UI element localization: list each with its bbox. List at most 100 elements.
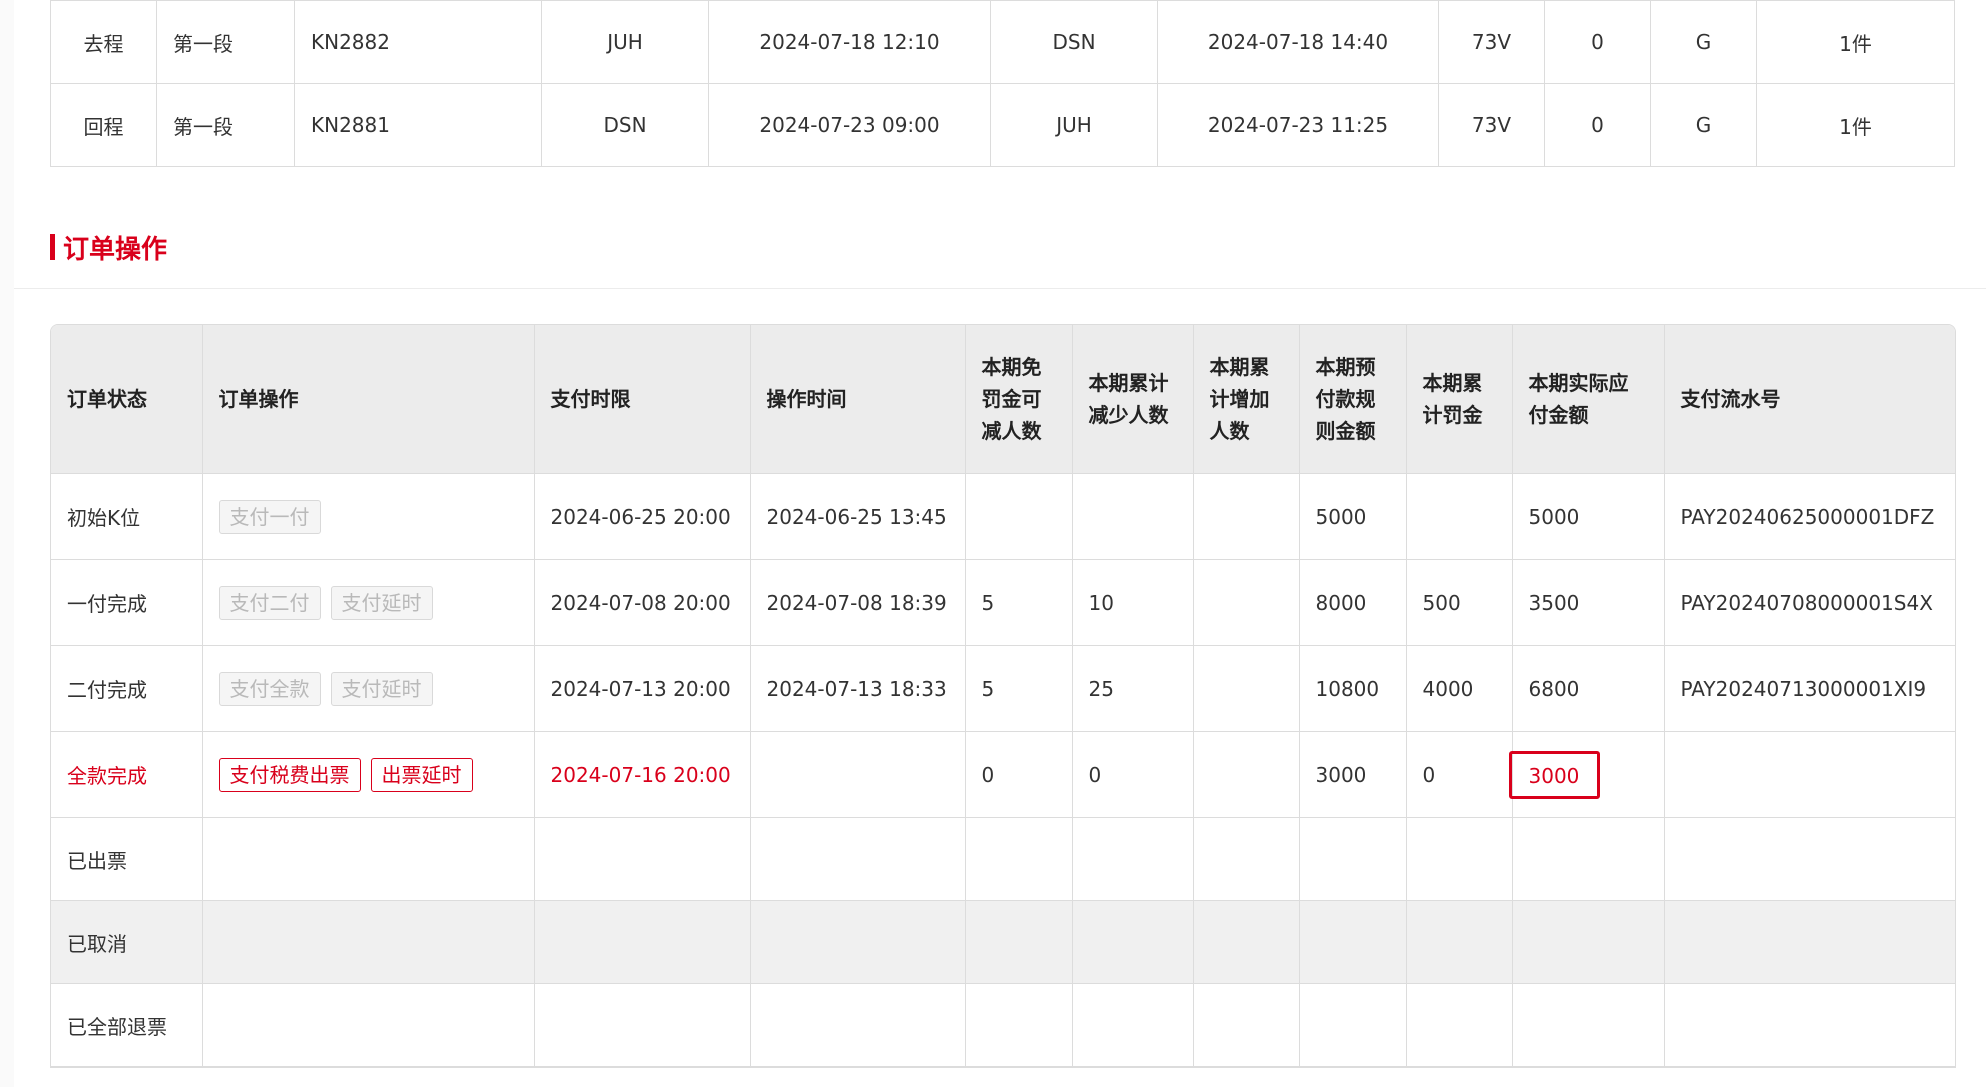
aircraft-type: 73V xyxy=(1438,0,1545,84)
pay-deadline: 2024-06-25 20:00 xyxy=(533,473,751,560)
order-table: 订单状态 订单操作 支付时限 操作时间 本期免 罚金可 减人数 本期累计 减少人… xyxy=(51,325,1955,1067)
payment-serial xyxy=(1663,983,1955,1067)
header-operation: 订单操作 xyxy=(201,325,535,474)
flight-segment: 第一段 xyxy=(156,0,295,84)
payment-serial xyxy=(1663,817,1955,901)
order-operations: 支付税费出票 出票延时 xyxy=(201,731,535,818)
aircraft-type: 73V xyxy=(1438,83,1545,167)
cabin-class: G xyxy=(1650,83,1757,167)
order-status: 一付完成 xyxy=(51,559,203,646)
cumulative-penalty xyxy=(1405,473,1513,560)
operation-time xyxy=(749,731,966,818)
flight-direction: 回程 xyxy=(50,83,157,167)
arrival-airport: DSN xyxy=(990,0,1158,84)
actual-pay-highlight: 3000 xyxy=(1508,750,1601,799)
cumulative-reduce: 25 xyxy=(1071,645,1194,732)
pay-delay-button[interactable]: 支付延时 xyxy=(330,585,433,620)
prepay-rule-amount xyxy=(1298,900,1407,984)
actual-pay-amount xyxy=(1511,817,1665,901)
header-prepay-rule: 本期预 付款规 则金额 xyxy=(1298,325,1407,474)
cumulative-penalty: 4000 xyxy=(1405,645,1513,732)
order-status: 已全部退票 xyxy=(51,983,203,1067)
flight-row: 去程 第一段 KN2882 JUH 2024-07-18 12:10 DSN 2… xyxy=(50,0,1955,84)
pay-delay-button[interactable]: 支付延时 xyxy=(330,671,433,706)
flight-row: 回程 第一段 KN2881 DSN 2024-07-23 09:00 JUH 2… xyxy=(50,83,1955,167)
table-row: 已全部退票 xyxy=(51,983,1955,1067)
pay-first-button[interactable]: 支付一付 xyxy=(218,499,321,534)
pay-tax-issue-ticket-button[interactable]: 支付税费出票 xyxy=(218,757,361,792)
prepay-rule-amount xyxy=(1298,817,1407,901)
prepay-rule-amount: 10800 xyxy=(1298,645,1407,732)
free-penalty-reduce xyxy=(964,983,1073,1067)
order-operations: 支付二付 支付延时 xyxy=(201,559,535,646)
cumulative-add xyxy=(1192,731,1300,818)
pay-deadline: 2024-07-16 20:00 xyxy=(533,731,751,818)
arrival-airport: JUH xyxy=(990,83,1158,167)
operation-time: 2024-07-13 18:33 xyxy=(749,645,966,732)
payment-serial: PAY20240708000001S4X xyxy=(1663,559,1955,646)
order-operations: 支付全款 支付延时 xyxy=(201,645,535,732)
cumulative-add xyxy=(1192,817,1300,901)
payment-serial xyxy=(1663,900,1955,984)
actual-pay-amount: 5000 xyxy=(1511,473,1665,560)
order-table-container: 订单状态 订单操作 支付时限 操作时间 本期免 罚金可 减人数 本期累计 减少人… xyxy=(50,324,1956,1068)
free-penalty-reduce: 5 xyxy=(964,645,1073,732)
pay-deadline: 2024-07-13 20:00 xyxy=(533,645,751,732)
pay-second-button[interactable]: 支付二付 xyxy=(218,585,321,620)
pay-deadline xyxy=(533,817,751,901)
payment-serial: PAY20240713000001XI9 xyxy=(1663,645,1955,732)
cumulative-add xyxy=(1192,900,1300,984)
order-status: 二付完成 xyxy=(51,645,203,732)
order-operations: 支付一付 xyxy=(201,473,535,560)
order-table-header: 订单状态 订单操作 支付时限 操作时间 本期免 罚金可 减人数 本期累计 减少人… xyxy=(51,325,1955,474)
baggage: 1件 xyxy=(1756,83,1955,167)
pay-deadline xyxy=(533,983,751,1067)
departure-time: 2024-07-23 09:00 xyxy=(708,83,991,167)
operation-time xyxy=(749,817,966,901)
prepay-rule-amount: 8000 xyxy=(1298,559,1407,646)
cumulative-add xyxy=(1192,473,1300,560)
cumulative-reduce: 0 xyxy=(1071,731,1194,818)
table-row: 已出票 xyxy=(51,817,1955,901)
pay-full-button[interactable]: 支付全款 xyxy=(218,671,321,706)
table-row: 一付完成 支付二付 支付延时 2024-07-08 20:00 2024-07-0… xyxy=(51,559,1955,646)
cumulative-reduce xyxy=(1071,473,1194,560)
table-row: 已取消 xyxy=(51,900,1955,984)
cumulative-add xyxy=(1192,559,1300,646)
pay-deadline: 2024-07-08 20:00 xyxy=(533,559,751,646)
flight-number: KN2881 xyxy=(294,83,542,167)
cumulative-reduce xyxy=(1071,983,1194,1067)
baggage: 1件 xyxy=(1756,0,1955,84)
free-penalty-reduce: 5 xyxy=(964,559,1073,646)
free-penalty-reduce xyxy=(964,817,1073,901)
cumulative-reduce xyxy=(1071,817,1194,901)
actual-pay-amount: 6800 xyxy=(1511,645,1665,732)
prepay-rule-amount xyxy=(1298,983,1407,1067)
table-row: 二付完成 支付全款 支付延时 2024-07-13 20:00 2024-07-1… xyxy=(51,645,1955,732)
cumulative-penalty xyxy=(1405,817,1513,901)
cumulative-penalty xyxy=(1405,900,1513,984)
pay-deadline xyxy=(533,900,751,984)
cumulative-penalty: 500 xyxy=(1405,559,1513,646)
header-cumulative-add: 本期累 计增加 人数 xyxy=(1192,325,1300,474)
prepay-rule-amount: 3000 xyxy=(1298,731,1407,818)
header-deadline: 支付时限 xyxy=(533,325,751,474)
header-serial: 支付流水号 xyxy=(1663,325,1955,474)
ticket-delay-button[interactable]: 出票延时 xyxy=(370,757,473,792)
operation-time: 2024-07-08 18:39 xyxy=(749,559,966,646)
header-free-penalty-reduce: 本期免 罚金可 减人数 xyxy=(964,325,1073,474)
cabin-class: G xyxy=(1650,0,1757,84)
cumulative-reduce xyxy=(1071,900,1194,984)
cumulative-penalty: 0 xyxy=(1405,731,1513,818)
departure-airport: JUH xyxy=(541,0,709,84)
stops: 0 xyxy=(1544,83,1651,167)
order-status: 已出票 xyxy=(51,817,203,901)
cumulative-add xyxy=(1192,983,1300,1067)
free-penalty-reduce: 0 xyxy=(964,731,1073,818)
cumulative-penalty xyxy=(1405,983,1513,1067)
operation-time xyxy=(749,900,966,984)
payment-serial xyxy=(1663,731,1955,818)
order-status: 全款完成 xyxy=(51,731,203,818)
free-penalty-reduce xyxy=(964,473,1073,560)
actual-pay-amount: 3000 xyxy=(1508,731,1665,818)
